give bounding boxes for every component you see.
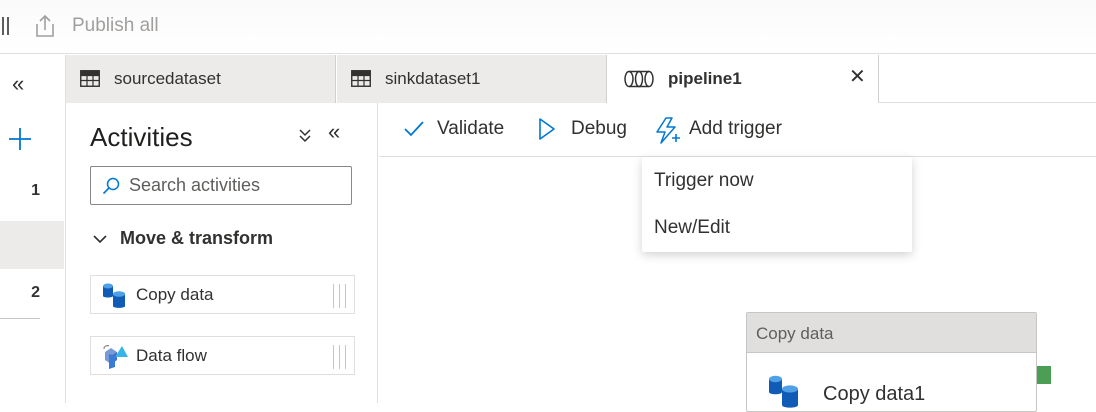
search-icon — [102, 177, 120, 195]
copy-data-icon — [769, 375, 798, 408]
collapse-all-icon[interactable] — [298, 127, 312, 143]
activity-node-copy-data[interactable]: Copy data Copy data1 — [746, 312, 1037, 412]
play-icon — [539, 118, 555, 140]
hide-panel-icon[interactable]: « — [328, 121, 340, 143]
group-move-transform[interactable]: Move & transform — [120, 228, 273, 249]
debug-label: Debug — [571, 118, 627, 139]
trigger-icon — [656, 117, 680, 144]
search-input[interactable] — [129, 167, 347, 204]
node-header: Copy data — [747, 313, 1036, 353]
tab-label: pipeline1 — [668, 69, 742, 88]
chevron-down-icon[interactable] — [92, 231, 108, 247]
activity-label: Copy data — [136, 285, 214, 304]
copy-data-icon — [103, 283, 125, 308]
add-trigger-button[interactable]: Add trigger — [655, 115, 805, 145]
activity-copy-data[interactable]: Copy data — [90, 275, 355, 314]
toolbar-overflow-icon[interactable] — [2, 17, 10, 35]
search-box[interactable] — [90, 166, 352, 205]
activity-data-flow[interactable]: Data flow — [90, 336, 355, 375]
add-trigger-label: Add trigger — [689, 118, 782, 139]
add-icon[interactable] — [8, 127, 32, 151]
drag-handle-icon[interactable] — [331, 345, 349, 369]
left-rail: « 1 2 — [0, 55, 66, 403]
activity-label: Data flow — [136, 346, 207, 365]
tab-sourcedataset[interactable]: sourcedataset — [66, 55, 336, 103]
tab-label: sinkdataset1 — [385, 69, 481, 88]
collapse-rail-icon[interactable]: « — [12, 73, 24, 95]
rail-item-1[interactable]: 1 — [0, 182, 40, 210]
tab-label: sourcedataset — [114, 69, 221, 88]
validate-label: Validate — [437, 118, 505, 139]
menu-item-new-edit[interactable]: New/Edit — [642, 205, 912, 251]
rail-item-2[interactable]: 2 — [0, 284, 40, 312]
success-output-handle[interactable] — [1037, 366, 1051, 384]
close-tab-icon[interactable]: ✕ — [849, 67, 866, 87]
rail-divider — [0, 318, 40, 319]
node-type-label: Copy data — [756, 324, 834, 343]
activities-title: Activities — [90, 122, 193, 152]
publish-icon[interactable] — [34, 14, 56, 38]
activities-panel: Activities « Move & transform Copy data — [66, 103, 378, 403]
tab-pipeline1[interactable]: pipeline1 ✕ — [608, 55, 879, 103]
top-toolbar: Publish all — [0, 0, 1096, 54]
tab-bar: sourcedataset sinkdataset1 pipeline1 ✕ — [66, 55, 1096, 103]
drag-handle-icon[interactable] — [331, 284, 349, 308]
publish-all-button[interactable]: Publish all — [72, 15, 159, 37]
trigger-menu: Trigger now New/Edit — [642, 157, 912, 252]
debug-button[interactable]: Debug — [537, 115, 637, 145]
rail-item-selected[interactable] — [0, 221, 64, 269]
checkmark-icon — [404, 121, 424, 137]
validate-button[interactable]: Validate — [403, 115, 513, 145]
menu-item-trigger-now[interactable]: Trigger now — [642, 158, 912, 204]
table-icon — [80, 70, 100, 87]
pipeline-icon — [624, 70, 654, 88]
data-flow-icon — [103, 345, 128, 369]
table-icon — [351, 70, 371, 87]
tab-sinkdataset1[interactable]: sinkdataset1 — [337, 55, 607, 103]
canvas-toolbar: Validate Debug Add trigger — [379, 103, 1096, 157]
